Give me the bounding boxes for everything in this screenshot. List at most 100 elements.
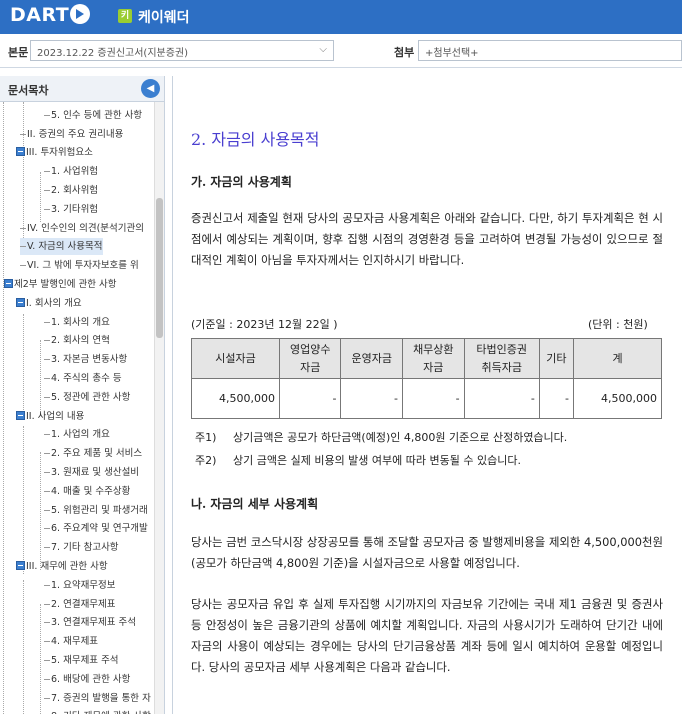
toc-item[interactable]: 5. 위험관리 및 파생거래 <box>44 502 148 519</box>
toc-item-label: 4. 매출 및 수주상황 <box>51 485 131 497</box>
toc-item[interactable]: 3. 자본금 변동사항 <box>44 351 127 368</box>
table-header-cell: 채무상환 자금 <box>402 338 465 379</box>
toc-item[interactable]: 5. 정관에 관한 사항 <box>44 389 130 406</box>
toc-item[interactable]: 4. 주식의 총수 등 <box>44 370 122 387</box>
toc-item[interactable]: I. 회사의 개요 <box>16 295 82 312</box>
table-cell: - <box>538 378 575 419</box>
toc-scrollbar[interactable] <box>154 102 164 714</box>
toc-item[interactable]: III. 투자위험요소 <box>16 144 93 161</box>
tree-branch-icon <box>44 472 50 473</box>
note-key: 주1) <box>195 431 217 444</box>
toc-title: 문서목차 <box>8 84 49 97</box>
toc-item[interactable]: 2. 연결재무제표 <box>44 596 116 613</box>
toc-item[interactable]: IV. 인수인의 의견(분석기관의 <box>20 220 144 237</box>
dart-logo[interactable]: DART <box>10 4 91 26</box>
toc-item[interactable]: 1. 요약재무정보 <box>44 577 116 594</box>
tree-branch-icon <box>44 697 50 699</box>
toc-item-label: 2. 연결재무제표 <box>51 598 116 610</box>
toc-sidebar: 문서목차 ◀ 4. 주주총회 등에 관한 사항 5. 인수 등에 관한 사항 II.… <box>0 76 165 714</box>
toc-item[interactable]: 제2부 발행인에 관한 사항 <box>4 276 117 293</box>
table-header-cell: 영업양수 자금 <box>278 338 342 379</box>
toc-item[interactable]: 4. 재무제표 <box>44 633 98 650</box>
note-text: 상기 금액은 실제 비용의 발생 여부에 따라 변동될 수 있습니다. <box>233 454 521 467</box>
paragraph-detail-2: 당사는 공모자금 유입 후 실제 투자집행 시기까지의 자금보유 기간에는 국내… <box>191 597 663 674</box>
toc-item-label: 6. 배당에 관한 사항 <box>51 673 131 685</box>
collapse-sidebar-icon[interactable]: ◀ <box>141 79 160 98</box>
tree-branch-icon <box>20 133 26 135</box>
collapse-toggle-icon[interactable] <box>16 410 25 420</box>
toc-item[interactable]: 5. 인수 등에 관한 사항 <box>44 107 142 124</box>
report-select[interactable]: 2023.12.22 증권신고서(지분증권) ⌵ <box>30 40 334 61</box>
table-header-cell: 시설자금 <box>191 338 280 379</box>
base-date: (기준일 : 2023년 12월 22일 ) <box>191 318 338 331</box>
collapse-toggle-icon[interactable] <box>16 297 25 307</box>
tree-branch-icon <box>44 340 50 342</box>
toc-item-label: 2. 회사위험 <box>51 185 99 196</box>
toc-item[interactable]: VI. 그 밖에 투자자보호를 위 <box>20 257 139 274</box>
toc-item[interactable]: III. 재무에 관한 사항 <box>16 558 108 575</box>
toc-item[interactable]: 4. 주주총회 등에 관한 사항 <box>44 102 154 105</box>
attach-select[interactable]: +첨부선택+ <box>418 40 682 61</box>
filter-row: 본문 2023.12.22 증권신고서(지분증권) ⌵ 첨부 +첨부선택+ <box>0 34 682 68</box>
collapse-toggle-icon[interactable] <box>16 147 25 157</box>
toc-item-label: II. 증권의 주요 권리내용 <box>27 128 124 140</box>
tree-branch-icon <box>44 622 50 624</box>
table-header-cell: 계 <box>573 338 662 379</box>
tree-branch-icon <box>44 396 50 398</box>
toc-item[interactable]: 3. 원재료 및 생산설비 <box>44 464 139 481</box>
tree-branch-icon <box>44 359 50 361</box>
attach-select-value: +첨부선택+ <box>425 48 479 59</box>
toc-item-label: 3. 연결재무제표 주석 <box>51 617 137 629</box>
toc-tree: 4. 주주총회 등에 관한 사항 5. 인수 등에 관한 사항 II. 증권의 주요… <box>0 102 154 714</box>
toc-item[interactable]: 2. 회사위험 <box>44 182 98 199</box>
toc-item-label: 4. 재무제표 <box>51 636 99 648</box>
toc-item-label: I. 회사의 개요 <box>26 297 82 309</box>
toc-item[interactable]: 4. 매출 및 수주상황 <box>44 483 130 500</box>
toc-item[interactable]: 3. 기타위험 <box>44 201 98 218</box>
toc-item[interactable]: 6. 주요계약 및 연구개발 <box>44 520 148 537</box>
tree-branch-icon <box>44 641 50 643</box>
fund-use-table: 시설자금 영업양수 자금 운영자금 채무상환 자금 타법인증권 취득자금 기타 계 4,500,0… <box>191 338 662 419</box>
tree-branch-icon <box>44 378 50 379</box>
toc-item-label: V. 자금의 사용목적 <box>27 241 103 253</box>
toc-item-label: 6. 주요계약 및 연구개발 <box>51 523 148 535</box>
table-header-cell: 타법인증권 취득자금 <box>463 338 540 379</box>
collapse-toggle-icon[interactable] <box>16 561 25 570</box>
collapse-toggle-icon[interactable] <box>4 279 13 288</box>
table-header-cell: 기타 <box>538 338 575 379</box>
toc-item[interactable]: 5. 재무제표 주석 <box>44 652 119 669</box>
table-cell: - <box>278 378 342 419</box>
tree-branch-icon <box>20 265 26 267</box>
tree-branch-icon <box>20 246 26 248</box>
table-header-cell: 운영자금 <box>340 338 404 379</box>
toc-item[interactable]: 7. 증권의 발행을 통한 자 <box>44 690 151 707</box>
report-select-value: 2023.12.22 증권신고서(지분증권) <box>37 48 189 59</box>
toc-item-label: 4. 주식의 총수 등 <box>51 373 122 384</box>
section-title: 2. 자금의 사용목적 <box>191 130 320 149</box>
toc-item[interactable]: 3. 연결재무제표 주석 <box>44 614 136 631</box>
note-1: 주1) 상기금액은 공모가 하단금액(예정)인 4,800원 기준으로 산정하였습… <box>195 429 567 445</box>
toc-item[interactable]: 1. 사업위험 <box>44 163 98 180</box>
toc-item[interactable]: 2. 회사의 연혁 <box>44 332 110 349</box>
toc-item[interactable]: 1. 회사의 개요 <box>44 314 110 331</box>
toc-item[interactable]: V. 자금의 사용목적 <box>20 238 103 256</box>
company-title: 케이웨더 <box>138 10 190 26</box>
tree-branch-icon <box>44 114 50 116</box>
toc-item[interactable]: 8. 기타 재무에 관한 사항 <box>44 708 151 714</box>
logo-play-icon <box>70 4 91 24</box>
toc-item-label: 5. 재무제표 주석 <box>51 655 119 666</box>
tree-branch-icon <box>44 190 50 191</box>
tree-branch-icon <box>44 584 50 586</box>
toc-item-label: IV. 인수인의 의견(분석기관의 <box>27 222 144 234</box>
tree-branch-icon <box>44 208 50 210</box>
toc-item-label: III. 재무에 관한 사항 <box>26 561 108 572</box>
toc-item[interactable]: 2. 주요 제품 및 서비스 <box>44 445 142 462</box>
toc-item[interactable]: 6. 배당에 관한 사항 <box>44 671 130 688</box>
toc-item[interactable]: II. 증권의 주요 권리내용 <box>20 126 123 143</box>
toc-item-label: 5. 인수 등에 관한 사항 <box>51 109 143 121</box>
toc-scroll-thumb[interactable] <box>156 198 163 338</box>
toc-item[interactable]: 1. 사업의 개요 <box>44 426 110 443</box>
toc-item[interactable]: II. 사업의 내용 <box>16 408 84 425</box>
toc-item-label: II. 사업의 내용 <box>26 410 85 422</box>
toc-item[interactable]: 7. 기타 참고사항 <box>44 539 119 556</box>
